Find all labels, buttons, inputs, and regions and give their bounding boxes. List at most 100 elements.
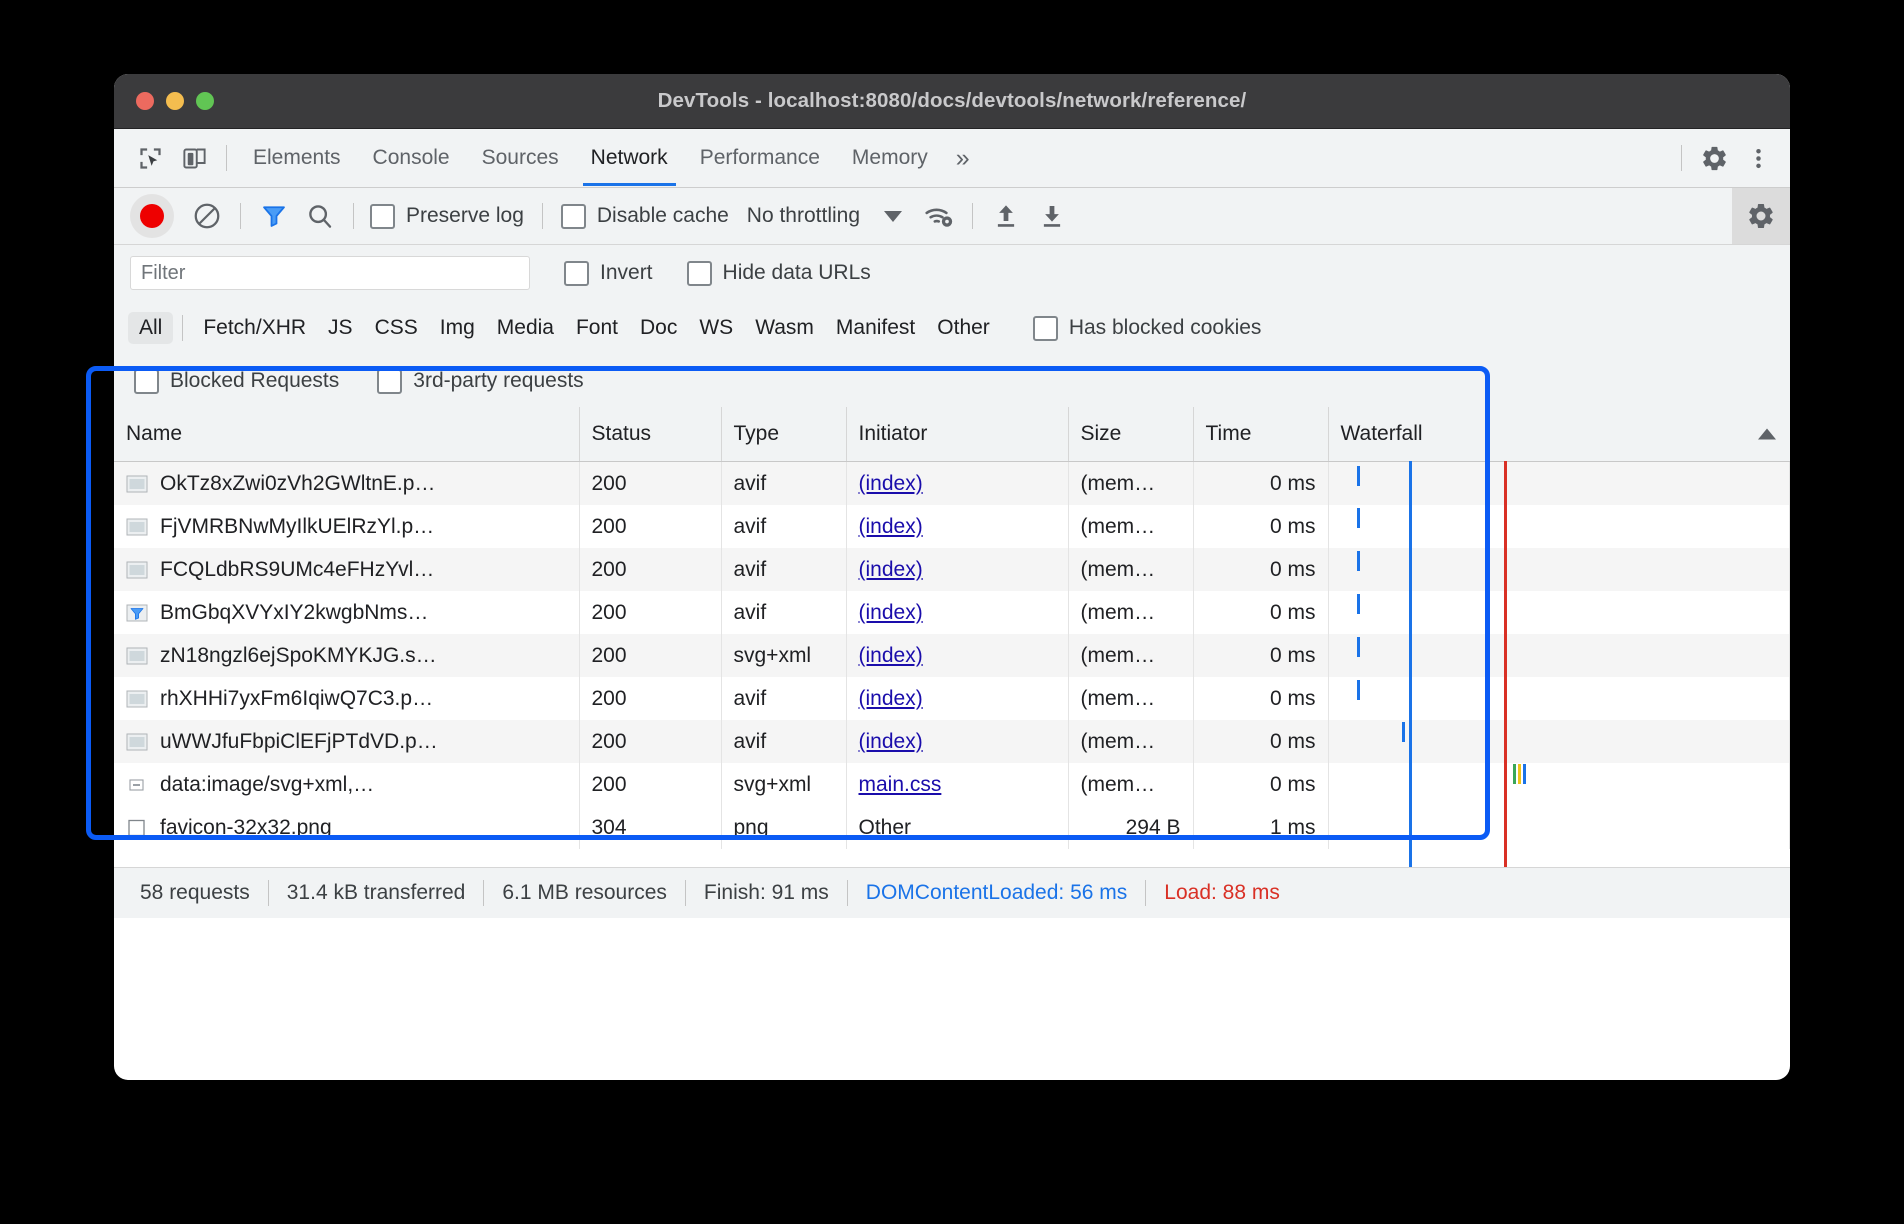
search-icon[interactable] [297, 194, 343, 238]
column-header-status[interactable]: Status [579, 407, 721, 462]
blocked-requests-checkbox[interactable]: Blocked Requests [134, 369, 339, 394]
cell-name[interactable]: favicon-32x32.png [114, 806, 579, 849]
initiator-link[interactable]: (index) [859, 601, 923, 624]
tab-performance[interactable]: Performance [684, 130, 836, 186]
checkbox-box[interactable] [564, 261, 589, 286]
cell-name[interactable]: zN18ngzl6ejSpoKMYKJG.s… [114, 634, 579, 677]
tab-memory[interactable]: Memory [836, 130, 944, 186]
table-row[interactable]: FjVMRBNwMyIlkUElRzYl.p… 200 avif (index)… [114, 505, 1790, 548]
type-chip-media[interactable]: Media [486, 312, 565, 344]
type-chip-all[interactable]: All [128, 312, 173, 344]
cell-name[interactable]: uWWJfuFbpiClEFjPTdVD.p… [114, 720, 579, 763]
type-chip-css[interactable]: CSS [364, 312, 429, 344]
toolbar-divider [542, 203, 543, 229]
cell-initiator[interactable]: (index) [846, 634, 1068, 677]
import-har-icon[interactable] [983, 194, 1029, 238]
type-chip-other[interactable]: Other [926, 312, 1001, 344]
status-divider [1145, 880, 1146, 906]
type-chip-wasm[interactable]: Wasm [744, 312, 825, 344]
cell-initiator[interactable]: (index) [846, 548, 1068, 591]
request-name: uWWJfuFbpiClEFjPTdVD.p… [160, 730, 438, 754]
initiator-link[interactable]: (index) [859, 515, 923, 538]
type-chip-img[interactable]: Img [429, 312, 486, 344]
tab-network[interactable]: Network [575, 130, 684, 186]
third-party-requests-checkbox[interactable]: 3rd-party requests [377, 369, 583, 394]
cell-initiator[interactable]: (index) [846, 591, 1068, 634]
column-header-initiator[interactable]: Initiator [846, 407, 1068, 462]
cell-initiator[interactable]: (index) [846, 462, 1068, 506]
cell-name[interactable]: FCQLdbRS9UMc4eFHzYvl… [114, 548, 579, 591]
preserve-log-checkbox[interactable]: Preserve log [370, 204, 524, 229]
column-header-type[interactable]: Type [721, 407, 846, 462]
initiator-link[interactable]: (index) [859, 687, 923, 710]
checkbox-box[interactable] [687, 261, 712, 286]
cell-initiator[interactable]: (index) [846, 505, 1068, 548]
cell-time: 0 ms [1193, 634, 1328, 677]
column-header-size[interactable]: Size [1068, 407, 1193, 462]
checkbox-box[interactable] [1033, 316, 1058, 341]
toolbar-divider [972, 203, 973, 229]
type-chip-doc[interactable]: Doc [629, 312, 688, 344]
export-har-icon[interactable] [1029, 194, 1075, 238]
checkbox-box[interactable] [134, 369, 159, 394]
table-row[interactable]: data:image/svg+xml,… 200 svg+xml main.cs… [114, 763, 1790, 806]
hide-data-urls-checkbox[interactable]: Hide data URLs [687, 261, 871, 286]
initiator-link[interactable]: (index) [859, 644, 923, 667]
cell-name[interactable]: OkTz8xZwi0zVh2GWltnE.p… [114, 462, 579, 506]
minimize-window-button[interactable] [166, 92, 184, 110]
inspect-element-icon[interactable] [128, 136, 172, 180]
maximize-window-button[interactable] [196, 92, 214, 110]
invert-checkbox[interactable]: Invert [564, 261, 653, 286]
network-settings-gear-icon[interactable] [1732, 188, 1790, 244]
initiator-link[interactable]: (index) [859, 558, 923, 581]
column-header-time[interactable]: Time [1193, 407, 1328, 462]
table-row[interactable]: zN18ngzl6ejSpoKMYKJG.s… 200 svg+xml (ind… [114, 634, 1790, 677]
checkbox-box[interactable] [561, 204, 586, 229]
close-window-button[interactable] [136, 92, 154, 110]
wifi-gear-icon[interactable] [916, 194, 962, 238]
search-input[interactable] [130, 256, 530, 290]
checkbox-box[interactable] [370, 204, 395, 229]
type-chip-js[interactable]: JS [317, 312, 364, 344]
disable-cache-checkbox[interactable]: Disable cache [561, 204, 729, 229]
cell-name[interactable]: rhXHHi7yxFm6IqiwQ7C3.p… [114, 677, 579, 720]
table-row[interactable]: OkTz8xZwi0zVh2GWltnE.p… 200 avif (index)… [114, 462, 1790, 506]
more-options-icon[interactable] [1736, 136, 1780, 180]
table-row[interactable]: favicon-32x32.png 304 png Other 294 B 1 … [114, 806, 1790, 849]
tab-elements[interactable]: Elements [237, 130, 357, 186]
tab-console[interactable]: Console [357, 130, 466, 186]
device-toolbar-icon[interactable] [172, 136, 216, 180]
type-chip-manifest[interactable]: Manifest [825, 312, 926, 344]
throttling-dropdown[interactable]: No throttling [747, 204, 902, 228]
gear-icon[interactable] [1692, 136, 1736, 180]
clear-icon[interactable] [184, 194, 230, 238]
window-traffic-lights[interactable] [136, 92, 214, 110]
tab-label: Sources [482, 146, 559, 170]
cell-name[interactable]: data:image/svg+xml,… [114, 763, 579, 806]
initiator-link[interactable]: (index) [859, 472, 923, 495]
cell-name[interactable]: BmGbqXVYxIY2kwgbNms… [114, 591, 579, 634]
cell-initiator[interactable]: (index) [846, 720, 1068, 763]
tab-sources[interactable]: Sources [466, 130, 575, 186]
initiator-link[interactable]: (index) [859, 730, 923, 753]
type-chip-font[interactable]: Font [565, 312, 629, 344]
checkbox-box[interactable] [377, 369, 402, 394]
type-chip-ws[interactable]: WS [688, 312, 744, 344]
type-chip-fetch-xhr[interactable]: Fetch/XHR [192, 312, 317, 344]
cell-initiator[interactable]: (index) [846, 677, 1068, 720]
table-row[interactable]: FCQLdbRS9UMc4eFHzYvl… 200 avif (index) (… [114, 548, 1790, 591]
more-tabs-icon[interactable]: » [944, 146, 982, 171]
table-row[interactable]: BmGbqXVYxIY2kwgbNms… 200 avif (index) (m… [114, 591, 1790, 634]
filter-funnel-icon[interactable] [251, 194, 297, 238]
cell-size: (mem… [1068, 591, 1193, 634]
column-header-name[interactable]: Name [114, 407, 579, 462]
has-blocked-cookies-checkbox[interactable]: Has blocked cookies [1033, 316, 1262, 341]
record-icon[interactable] [130, 194, 174, 238]
column-header-waterfall[interactable]: Waterfall [1328, 407, 1790, 462]
cell-initiator[interactable]: main.css [846, 763, 1068, 806]
table-row[interactable]: uWWJfuFbpiClEFjPTdVD.p… 200 avif (index)… [114, 720, 1790, 763]
sort-ascending-icon [1758, 429, 1776, 440]
initiator-link[interactable]: main.css [859, 773, 942, 796]
cell-name[interactable]: FjVMRBNwMyIlkUElRzYl.p… [114, 505, 579, 548]
table-row[interactable]: rhXHHi7yxFm6IqiwQ7C3.p… 200 avif (index)… [114, 677, 1790, 720]
